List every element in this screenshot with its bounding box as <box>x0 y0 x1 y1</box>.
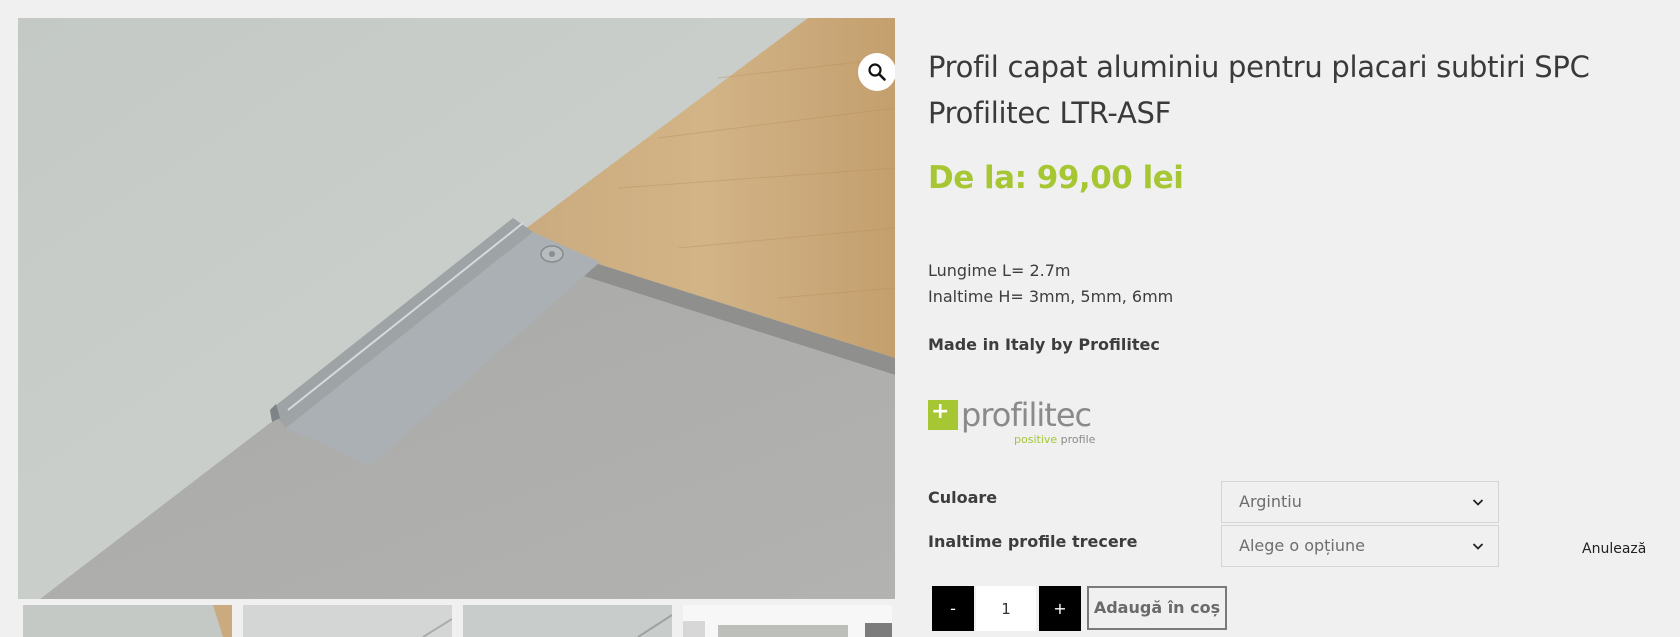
height-label: Inaltime profile trecere <box>928 532 1138 551</box>
profilitec-logo: + profilitec positive profile <box>928 395 1098 447</box>
quantity-input[interactable] <box>976 586 1036 631</box>
thumbnail-3[interactable] <box>463 605 672 637</box>
color-label: Culoare <box>928 488 998 507</box>
description-line-length: Lungime L= 2.7m <box>928 261 1071 280</box>
height-select[interactable]: Alege o opțiune <box>1221 525 1499 567</box>
thumbnail-image <box>683 605 892 637</box>
thumbnail-strip <box>23 605 892 637</box>
chevron-down-icon <box>1472 499 1484 506</box>
chevron-down-icon <box>1472 543 1484 550</box>
product-price: De la: 99,00 lei <box>928 160 1184 196</box>
thumbnail-image <box>463 605 672 637</box>
zoom-button[interactable] <box>858 53 895 91</box>
logo-plus-mark: + <box>928 400 958 430</box>
reset-variations-link[interactable]: Anulează <box>1582 541 1646 557</box>
description-line-height: Inaltime H= 3mm, 5mm, 6mm <box>928 287 1174 306</box>
thumbnail-image <box>243 605 452 637</box>
quantity-decrease-button[interactable]: - <box>932 586 974 631</box>
logo-tagline: positive profile <box>1014 433 1095 447</box>
color-select-value: Argintiu <box>1239 492 1302 511</box>
product-photo <box>18 18 895 599</box>
magnifier-icon <box>868 63 886 81</box>
thumbnail-2[interactable] <box>243 605 452 637</box>
logo-tagline-green: positive <box>1014 433 1058 446</box>
product-short-description: Lungime L= 2.7m Inaltime H= 3mm, 5mm, 6m… <box>928 258 1173 310</box>
thumbnail-1[interactable] <box>23 605 232 637</box>
product-title: Profil capat aluminiu pentru placari sub… <box>928 50 1590 130</box>
thumbnail-image <box>23 605 232 637</box>
product-main-image[interactable] <box>18 18 895 599</box>
color-select[interactable]: Argintiu <box>1221 481 1499 523</box>
thumbnail-4[interactable] <box>683 605 892 637</box>
logo-wordmark: profilitec <box>961 396 1092 434</box>
height-select-value: Alege o opțiune <box>1239 536 1365 555</box>
made-in-label: Made in Italy by Profilitec <box>928 335 1160 354</box>
add-to-cart-button[interactable]: Adaugă în coș <box>1087 586 1227 630</box>
quantity-increase-button[interactable]: + <box>1039 586 1081 631</box>
logo-tagline-gray: profile <box>1060 433 1096 446</box>
